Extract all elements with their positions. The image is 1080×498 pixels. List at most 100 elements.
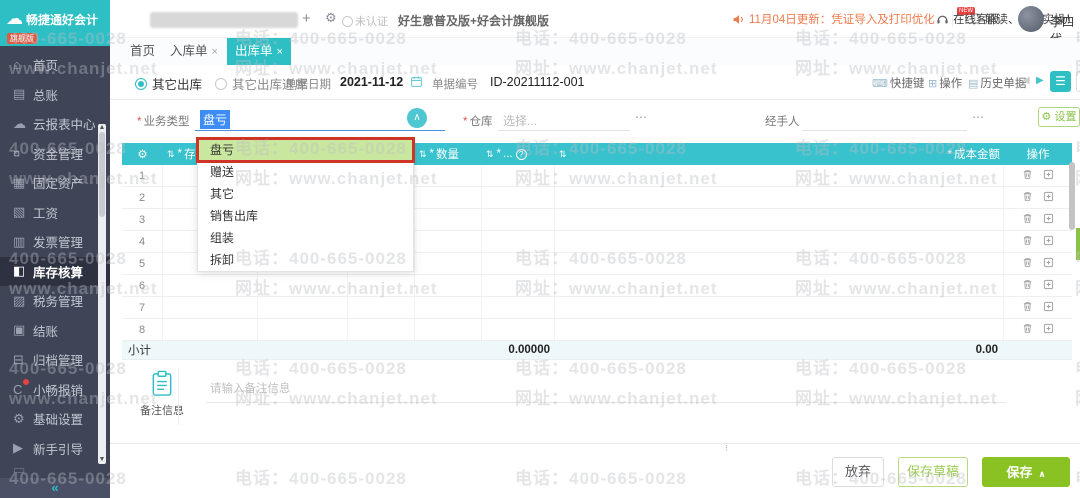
sidebar-item-tax[interactable]: ▨ 税务管理 <box>0 286 96 316</box>
grid-cell[interactable] <box>555 253 1004 274</box>
insert-row-icon[interactable] <box>1043 279 1054 293</box>
grid-cell[interactable] <box>348 297 415 318</box>
grid-cell[interactable] <box>482 275 555 296</box>
col-unit-cost[interactable]: ⇅ *...? <box>482 143 555 165</box>
grid-cell[interactable] <box>482 165 555 186</box>
grid-cell[interactable] <box>348 319 415 340</box>
sort-icon[interactable]: ⇅ <box>559 149 567 160</box>
sidebar-item-ledger[interactable]: ▤ 总账 <box>0 80 96 110</box>
sidebar-item-fixed-assets[interactable]: ▦ 固定资产 <box>0 168 96 198</box>
remark-input[interactable]: 请输入备注信息 <box>210 380 291 396</box>
save-draft-button[interactable]: 保存草稿 <box>898 457 968 487</box>
delete-row-icon[interactable] <box>1022 235 1033 249</box>
dropdown-option[interactable]: 组装 <box>198 227 413 249</box>
dropdown-option[interactable]: 其它 <box>198 183 413 205</box>
sidebar-item-invoice[interactable]: ▥ 发票管理 <box>0 227 96 257</box>
grid-cell[interactable] <box>415 297 482 318</box>
sort-icon[interactable]: ⇅ <box>167 149 175 160</box>
dropdown-option[interactable]: 拆卸 <box>198 249 413 271</box>
operations-button[interactable]: ⊞ 操作 <box>928 75 962 91</box>
grid-cell[interactable] <box>482 231 555 252</box>
collapse-dropdown-button[interactable]: ∧ <box>407 108 427 128</box>
announcement-link[interactable]: 11月04日更新：凭证导入及打印优化 <box>732 11 935 27</box>
tab-home[interactable]: 首页 <box>122 38 163 65</box>
delete-row-icon[interactable] <box>1022 169 1033 183</box>
grid-cell[interactable] <box>482 319 555 340</box>
tab-inbound[interactable]: 入库单 × <box>162 38 226 65</box>
insert-row-icon[interactable] <box>1043 213 1054 227</box>
handler-picker-button[interactable]: ⋯ <box>972 110 985 124</box>
grid-cell[interactable] <box>482 209 555 230</box>
sidebar-item-home[interactable]: ⌂ 首页 <box>0 50 96 80</box>
grid-cell[interactable] <box>258 319 348 340</box>
avatar[interactable] <box>1018 6 1044 32</box>
delete-row-icon[interactable] <box>1022 191 1033 205</box>
grid-cell[interactable] <box>555 275 1004 296</box>
sidebar-item-funds[interactable]: ¤ 资金管理 <box>0 139 96 169</box>
sidebar-item-cloud-report[interactable]: ☁ 云报表中心 <box>0 109 96 139</box>
collapse-handle[interactable]: ⁝ <box>725 443 728 454</box>
grid-cell[interactable] <box>163 275 258 296</box>
insert-row-icon[interactable] <box>1043 235 1054 249</box>
insert-row-icon[interactable] <box>1043 191 1054 205</box>
sort-icon[interactable]: ⇅ <box>419 149 427 160</box>
insert-row-icon[interactable] <box>1043 169 1054 183</box>
side-helper-tab[interactable] <box>1076 228 1080 260</box>
grid-cell[interactable] <box>555 187 1004 208</box>
column-settings-button[interactable]: ⚙ 设置 <box>1038 107 1080 127</box>
grid-cell[interactable] <box>163 297 258 318</box>
col-cost-amount[interactable]: ⇅ * 成本金额 <box>555 143 1004 165</box>
delete-row-icon[interactable] <box>1022 323 1033 337</box>
radio-other-outbound[interactable]: 其它出库 <box>135 74 202 93</box>
grid-cell[interactable] <box>555 165 1004 186</box>
sort-icon[interactable]: ⇅ <box>486 149 494 160</box>
save-button[interactable]: 保存 ∧ <box>982 457 1070 487</box>
grid-cell[interactable] <box>415 253 482 274</box>
add-tab-button[interactable]: + <box>302 10 311 27</box>
insert-row-icon[interactable] <box>1043 323 1054 337</box>
grid-cell[interactable] <box>415 275 482 296</box>
dropdown-option[interactable]: 盘亏 <box>196 137 415 163</box>
col-quantity[interactable]: ⇅ * 数量 <box>415 143 482 165</box>
calendar-icon[interactable] <box>410 75 423 91</box>
grid-cell[interactable] <box>482 297 555 318</box>
app-logo[interactable]: ☁ 畅捷通好会计 旗舰版 <box>0 0 110 46</box>
scroll-up-icon[interactable]: ▲ <box>98 124 106 132</box>
warehouse-picker-button[interactable]: ⋯ <box>635 110 648 124</box>
grid-cell[interactable] <box>415 231 482 252</box>
grid-cell[interactable] <box>555 319 1004 340</box>
grid-cell[interactable] <box>482 253 555 274</box>
abandon-button[interactable]: 放弃 <box>832 457 884 487</box>
dropdown-option[interactable]: 销售出库 <box>198 205 413 227</box>
delete-row-icon[interactable] <box>1022 213 1033 227</box>
biz-type-field[interactable]: 盘亏 <box>200 110 231 129</box>
sidebar-collapse-button[interactable]: « <box>0 478 110 498</box>
sidebar-item-guide[interactable]: ▶ 新手引导 <box>0 434 96 464</box>
save-options-caret[interactable]: ∧ <box>1038 469 1045 479</box>
sidebar-item-inventory[interactable]: ◧ 库存核算 <box>0 256 110 286</box>
grid-cell[interactable] <box>258 275 348 296</box>
date-value[interactable]: 2021-11-12 <box>340 75 403 89</box>
insert-row-icon[interactable] <box>1043 301 1054 315</box>
grid-cell[interactable] <box>555 209 1004 230</box>
insert-row-icon[interactable] <box>1043 257 1054 271</box>
content-scroll-thumb[interactable] <box>1069 162 1075 230</box>
list-view-toggle[interactable]: ☰ <box>1050 71 1071 92</box>
grid-cell[interactable] <box>163 319 258 340</box>
online-service-link[interactable]: 在线客服 <box>936 11 999 27</box>
sidebar-item-salary[interactable]: ▧ 工资 <box>0 198 96 228</box>
shortcut-keys-button[interactable]: ⌨ 快捷键 <box>872 75 924 91</box>
tab-outbound[interactable]: 出库单 × <box>227 38 291 65</box>
sidebar-scrollbar[interactable]: ▲ ▼ <box>98 124 106 464</box>
sidebar-item-archive[interactable]: ⊟ 归档管理 <box>0 345 96 375</box>
grid-cell[interactable] <box>348 275 415 296</box>
delete-row-icon[interactable] <box>1022 257 1033 271</box>
grid-cell[interactable] <box>482 187 555 208</box>
grid-cell[interactable] <box>415 187 482 208</box>
grid-view-toggle[interactable]: 日 <box>1076 71 1080 92</box>
close-tab-icon[interactable]: × <box>277 46 283 58</box>
dropdown-option[interactable]: 赠送 <box>198 161 413 183</box>
grid-cell[interactable] <box>415 319 482 340</box>
table-gear-icon[interactable]: ⚙ <box>122 143 163 165</box>
delete-row-icon[interactable] <box>1022 279 1033 293</box>
